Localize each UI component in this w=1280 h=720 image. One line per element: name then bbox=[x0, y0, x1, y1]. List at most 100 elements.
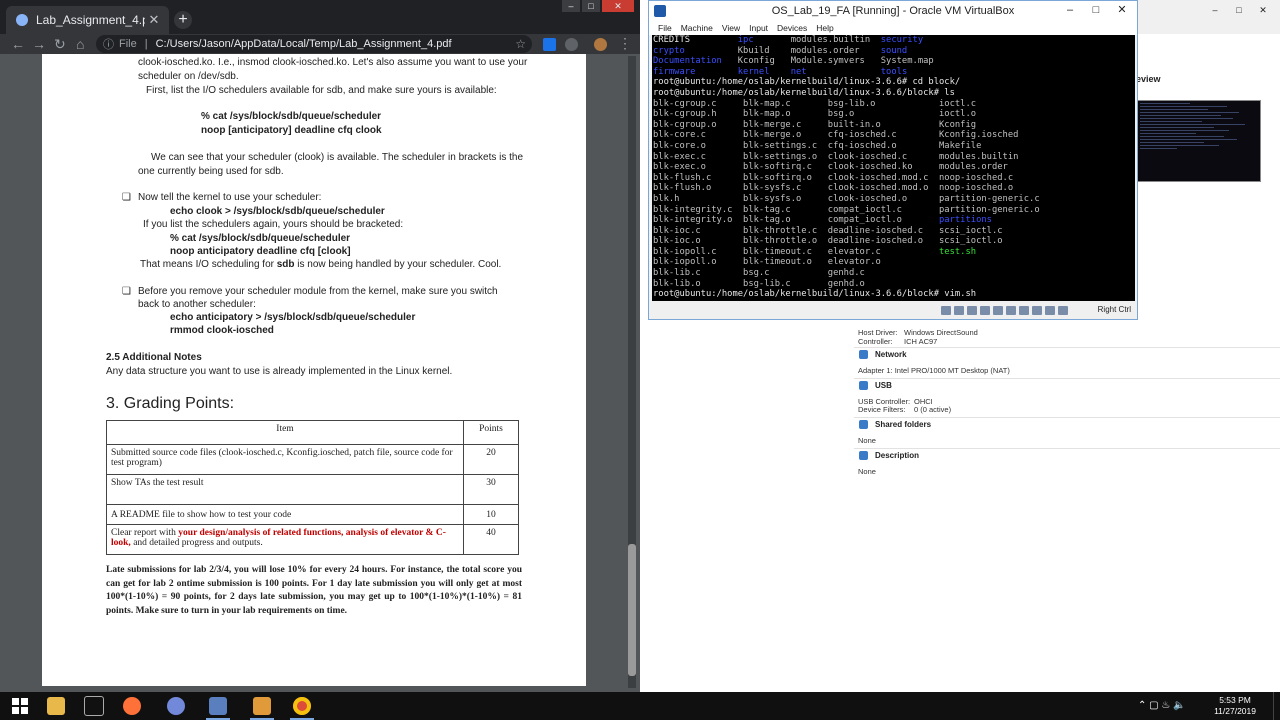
menu-view[interactable]: View bbox=[722, 21, 740, 35]
new-tab-button[interactable]: + bbox=[174, 11, 192, 29]
tab-lab-assignment[interactable]: Lab_Assignment_4.pdf ✕ bbox=[6, 6, 169, 34]
usb-heading[interactable]: USB bbox=[875, 381, 892, 390]
minimize-icon[interactable]: – bbox=[1057, 2, 1083, 18]
pdf-text-line: scheduler on /dev/sdb. bbox=[138, 71, 239, 82]
taskbar-virtualbox[interactable] bbox=[202, 692, 234, 720]
network-status-icon[interactable] bbox=[980, 306, 990, 315]
hard-disk-icon[interactable] bbox=[941, 306, 951, 315]
show-desktop-button[interactable] bbox=[1273, 692, 1280, 720]
bookmark-star-icon[interactable]: ☆ bbox=[515, 37, 526, 51]
table-header-points: Points bbox=[463, 420, 519, 445]
menu-file[interactable]: File bbox=[658, 21, 672, 35]
detail-label: Device Filters: bbox=[858, 405, 906, 414]
close-window-icon[interactable]: ✕ bbox=[1109, 2, 1135, 18]
info-icon[interactable]: ⓘ bbox=[103, 36, 114, 52]
table-header-item: Item bbox=[106, 420, 464, 445]
maximize-icon[interactable]: □ bbox=[1083, 2, 1109, 18]
table-cell-points: 20 bbox=[463, 444, 519, 475]
usb-status-icon[interactable] bbox=[993, 306, 1003, 315]
shared-folders-heading[interactable]: Shared folders bbox=[875, 420, 931, 429]
system-tray-icons[interactable]: ⌃ ▢ ♨ 🔈 bbox=[1138, 700, 1186, 711]
windows-taskbar: ⌃ ▢ ♨ 🔈 5:53 PM 11/27/2019 bbox=[0, 692, 1280, 720]
pdf-text-fragment: is now being handled by your scheduler. … bbox=[294, 259, 502, 270]
pdf-text-line: We can see that your scheduler (clook) i… bbox=[151, 152, 524, 163]
extension-mail-icon[interactable] bbox=[543, 38, 556, 51]
terminal-output: CREDITS ipc modules.builtin security cry… bbox=[653, 35, 1040, 300]
chrome-icon bbox=[293, 697, 311, 715]
menu-machine[interactable]: Machine bbox=[681, 21, 713, 35]
detail-value: ICH AC97 bbox=[904, 337, 938, 346]
pdf-text-line: Any data structure you want to use is al… bbox=[106, 366, 453, 377]
address-bar[interactable]: ⓘ File | C:/Users/Jason/AppData/Local/Te… bbox=[96, 35, 532, 53]
taskbar-chrome[interactable] bbox=[286, 692, 318, 720]
pdf-page: clook-iosched.ko. I.e., insmod clook-ios… bbox=[42, 54, 586, 686]
pdf-scrollbar[interactable] bbox=[628, 56, 636, 688]
detail-value: Windows DirectSound bbox=[904, 328, 978, 337]
shared-folders-status-icon[interactable] bbox=[1006, 306, 1016, 315]
vm-window-controls: – □ ✕ bbox=[1057, 2, 1135, 18]
pdf-command-output: noop anticipatory deadline cfq [clook] bbox=[170, 246, 351, 257]
vm-titlebar: OS_Lab_19_FA [Running] - Oracle VM Virtu… bbox=[649, 1, 1137, 21]
description-heading[interactable]: Description bbox=[875, 451, 919, 460]
pdf-text-line: That means I/O scheduling for sdb is now… bbox=[140, 259, 501, 270]
tab-close-icon[interactable]: ✕ bbox=[145, 12, 163, 28]
forward-arrow-icon[interactable]: → bbox=[32, 36, 46, 52]
minimize-icon[interactable]: – bbox=[562, 0, 580, 12]
audio-icon[interactable] bbox=[967, 306, 977, 315]
network-heading[interactable]: Network bbox=[875, 350, 907, 359]
pdf-text-fragment: That means I/O scheduling for bbox=[140, 259, 277, 270]
terminal-screen[interactable]: CREDITS ipc modules.builtin security cry… bbox=[652, 35, 1135, 301]
reload-icon[interactable]: ↻ bbox=[54, 36, 66, 53]
menu-input[interactable]: Input bbox=[749, 21, 768, 35]
home-icon[interactable]: ⌂ bbox=[76, 36, 84, 52]
taskbar-file-explorer[interactable] bbox=[40, 692, 72, 720]
clock-date: 11/27/2019 bbox=[1214, 706, 1256, 716]
table-cell-text: Clear report with bbox=[111, 528, 179, 538]
tab-strip: Lab_Assignment_4.pdf ✕ + – □ ✕ bbox=[0, 0, 640, 34]
display-icon[interactable] bbox=[1019, 306, 1029, 315]
pdf-text-bold: sdb bbox=[276, 259, 295, 270]
close-window-icon[interactable]: ✕ bbox=[602, 0, 634, 12]
pdf-text-line: one currently being used for sdb. bbox=[138, 166, 284, 177]
omnibox-file-label: File bbox=[119, 38, 137, 50]
vm-menubar: File Machine View Input Devices Help bbox=[649, 21, 1137, 35]
profile-avatar-icon[interactable] bbox=[594, 38, 607, 51]
table-header-row: Item Points bbox=[106, 420, 519, 445]
optical-drive-icon[interactable] bbox=[954, 306, 964, 315]
recording-icon[interactable] bbox=[1032, 306, 1042, 315]
network-icon bbox=[859, 350, 868, 359]
maximize-icon[interactable]: □ bbox=[582, 0, 600, 12]
maximize-icon[interactable]: □ bbox=[1229, 4, 1249, 16]
start-button[interactable] bbox=[4, 692, 36, 720]
host-key-label: Right Ctrl bbox=[1097, 305, 1131, 314]
table-row: Clear report with your design/analysis o… bbox=[106, 524, 519, 555]
taskbar-firefox[interactable] bbox=[116, 692, 148, 720]
detail-value: None bbox=[858, 436, 876, 445]
vm-app-icon bbox=[253, 697, 271, 715]
taskbar-discord[interactable] bbox=[160, 692, 192, 720]
cpu-icon[interactable] bbox=[1045, 306, 1055, 315]
section-heading: 2.5 Additional Notes bbox=[106, 352, 202, 363]
mouse-integration-icon[interactable] bbox=[1058, 306, 1068, 315]
vm-preview-thumbnail bbox=[1135, 100, 1261, 182]
menu-help[interactable]: Help bbox=[816, 21, 833, 35]
divider bbox=[854, 347, 1280, 348]
menu-devices[interactable]: Devices bbox=[777, 21, 807, 35]
chrome-window: Lab_Assignment_4.pdf ✕ + – □ ✕ ← → ↻ ⌂ ⓘ… bbox=[0, 0, 640, 692]
close-window-icon[interactable]: ✕ bbox=[1253, 4, 1273, 16]
pdf-command: % cat /sys/block/sdb/queue/scheduler bbox=[201, 111, 382, 122]
back-arrow-icon[interactable]: ← bbox=[11, 36, 25, 52]
menu-kebab-icon[interactable]: ⋮ bbox=[618, 35, 632, 52]
scrollbar-thumb[interactable] bbox=[628, 544, 636, 676]
table-cell-item: Submitted source code files (clook-iosch… bbox=[106, 444, 464, 475]
manager-titlebar: – □ ✕ bbox=[1135, 0, 1280, 34]
clock[interactable]: 5:53 PM 11/27/2019 bbox=[1214, 695, 1256, 717]
minimize-icon[interactable]: – bbox=[1205, 4, 1225, 16]
table-row: Show TAs the test result 30 bbox=[106, 474, 519, 505]
vm-details-panel: Host Driver: Windows DirectSound Control… bbox=[854, 318, 1280, 692]
taskbar-vm[interactable] bbox=[246, 692, 278, 720]
pdf-favicon-icon bbox=[16, 14, 28, 26]
taskbar-terminal[interactable] bbox=[78, 692, 110, 720]
extension-gear-icon[interactable] bbox=[565, 38, 578, 51]
url-text[interactable]: C:/Users/Jason/AppData/Local/Temp/Lab_As… bbox=[156, 38, 452, 50]
